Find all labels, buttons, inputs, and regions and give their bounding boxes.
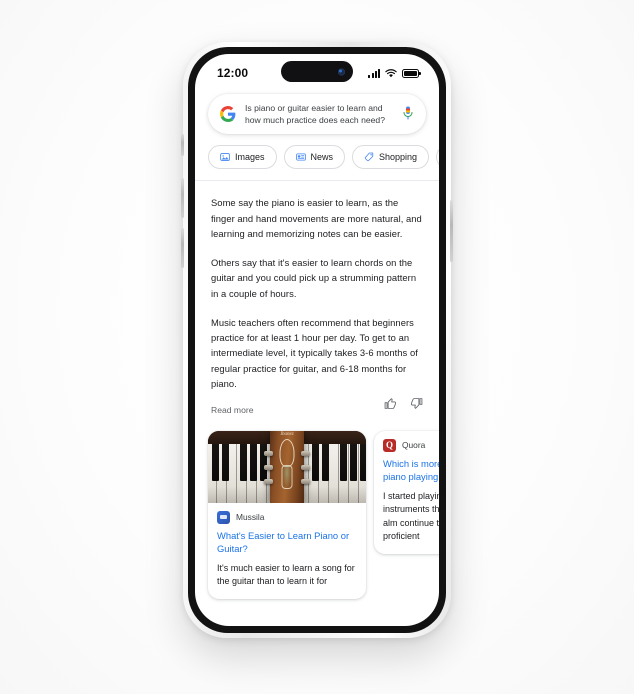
chip-shopping[interactable]: Shopping <box>352 145 430 170</box>
volume-down-button[interactable] <box>181 228 184 268</box>
front-camera-icon <box>338 68 345 75</box>
ai-answer-body: Some say the piano is easier to learn, a… <box>195 181 439 391</box>
source-card-mussila[interactable]: Ibanez Mussila What's Easier to Learn Pi… <box>208 430 366 599</box>
answer-paragraph: Music teachers often recommend that begi… <box>211 316 418 389</box>
search-bar[interactable]: Is piano or guitar easier to learn and h… <box>208 94 426 135</box>
thumbs-up-icon[interactable] <box>384 397 397 410</box>
card-source-line: Q Quora <box>383 438 439 452</box>
microphone-icon[interactable] <box>402 106 414 122</box>
card-source-line: Mussila <box>217 510 357 524</box>
phone-screen: 12:00 Is piano or guitar easier to learn… <box>195 54 439 626</box>
answer-paragraph: Some say the piano is easier to learn, a… <box>211 197 422 239</box>
power-button[interactable] <box>450 200 453 262</box>
card-body: Mussila What's Easier to Learn Piano or … <box>208 503 366 599</box>
card-thumbnail-image: Ibanez <box>208 430 366 503</box>
mussila-favicon <box>217 510 230 524</box>
shopping-tag-icon <box>364 153 374 162</box>
read-more-link[interactable]: Read more <box>211 405 254 415</box>
answer-footer: Read more <box>195 397 439 423</box>
card-source-name: Quora <box>402 440 426 451</box>
card-title-link[interactable]: What's Easier to Learn Piano or Guitar? <box>217 530 357 556</box>
cellular-signal-icon <box>368 68 380 78</box>
quora-favicon: Q <box>383 438 396 452</box>
thumbs-down-icon[interactable] <box>410 397 423 410</box>
search-query-text[interactable]: Is piano or guitar easier to learn and h… <box>245 102 393 126</box>
chip-label: Shopping <box>379 152 418 163</box>
status-indicators <box>368 68 421 78</box>
volume-up-button[interactable] <box>181 178 184 218</box>
images-icon <box>220 153 230 162</box>
status-time: 12:00 <box>217 66 249 80</box>
feedback-controls <box>384 397 423 410</box>
wifi-icon <box>385 68 397 77</box>
chip-news[interactable]: News <box>283 145 346 170</box>
search-bar-container: Is piano or guitar easier to learn and h… <box>195 92 439 135</box>
battery-icon <box>402 68 421 78</box>
chip-label: News <box>310 152 334 163</box>
dynamic-island <box>281 61 353 82</box>
phone-device-mockup: 12:00 Is piano or guitar easier to learn… <box>181 42 453 638</box>
source-card-quora[interactable]: Q Quora Which is more playing piano play… <box>374 430 439 554</box>
card-source-name: Mussila <box>236 512 265 523</box>
news-icon <box>295 153 306 161</box>
phone-bezel: 12:00 Is piano or guitar easier to learn… <box>188 47 446 633</box>
silent-switch-button[interactable] <box>181 134 184 156</box>
source-cards-row[interactable]: Ibanez Mussila What's Easier to Learn Pi… <box>195 423 439 599</box>
chip-videos[interactable]: Videos <box>436 145 439 170</box>
guitar-over-piano-artwork: Ibanez <box>208 430 366 503</box>
google-g-logo <box>220 106 236 123</box>
chip-images[interactable]: Images <box>208 145 277 170</box>
card-title-link[interactable]: Which is more playing piano playing guit… <box>383 458 439 484</box>
card-snippet: I started playin instruments th now, aft… <box>383 490 439 542</box>
card-body: Q Quora Which is more playing piano play… <box>374 431 439 554</box>
status-bar: 12:00 <box>195 54 439 92</box>
answer-paragraph: Others say that it's easier to learn cho… <box>211 257 417 299</box>
card-snippet: It's much easier to learn a song for the… <box>217 562 355 587</box>
chip-label: Images <box>235 152 265 163</box>
filter-chips-row[interactable]: Images News Shopping <box>195 134 439 180</box>
